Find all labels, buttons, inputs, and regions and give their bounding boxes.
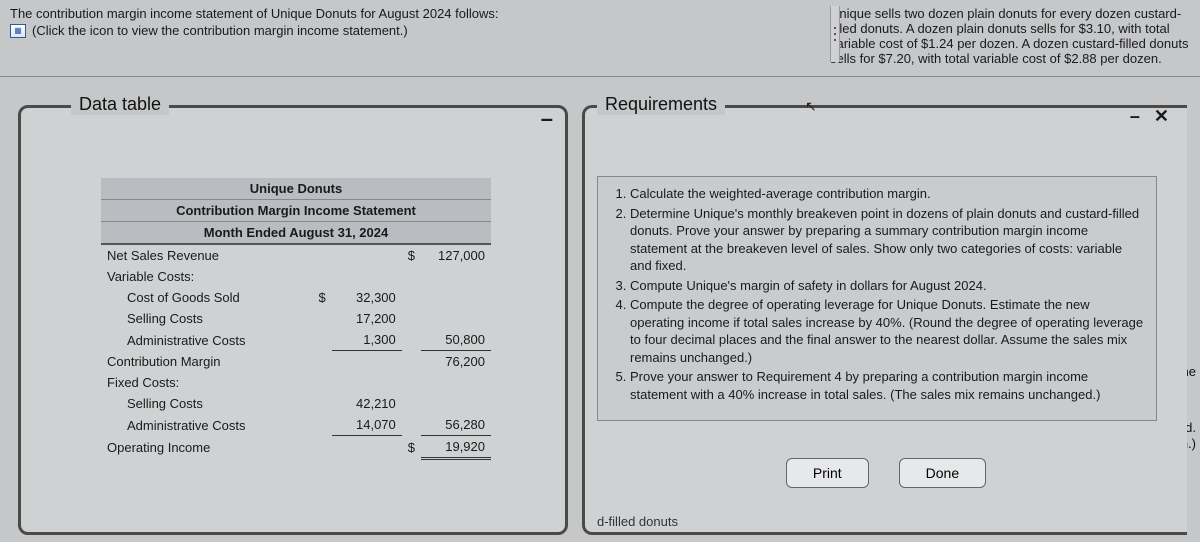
value: 56,280 bbox=[421, 414, 491, 436]
label: Fixed Costs: bbox=[101, 372, 313, 393]
table-row: Variable Costs: bbox=[101, 266, 491, 287]
data-table-panel: Data table – Unique Donuts Contribution … bbox=[18, 105, 568, 535]
list-item: Prove your answer to Requirement 4 by pr… bbox=[630, 368, 1146, 403]
label: Net Sales Revenue bbox=[101, 245, 313, 266]
label: Contribution Margin bbox=[101, 351, 313, 373]
requirements-panel: Requirements ↖ – ✕ Calculate the weighte… bbox=[582, 105, 1187, 535]
divider-icon bbox=[830, 6, 840, 62]
clipped-text: d-filled donuts bbox=[597, 514, 678, 529]
intro-line-1: The contribution margin income statement… bbox=[10, 6, 499, 21]
value: 1,300 bbox=[332, 329, 402, 351]
label: Selling Costs bbox=[101, 393, 313, 414]
intro-line-2: (Click the icon to view the contribution… bbox=[32, 23, 408, 38]
label: Cost of Goods Sold bbox=[101, 287, 313, 308]
stmt-header-1: Unique Donuts bbox=[101, 178, 491, 200]
list-item: Compute the degree of operating leverage… bbox=[630, 296, 1146, 366]
scenario-text: Unique sells two dozen plain donuts for … bbox=[830, 6, 1190, 66]
stmt-table: Net Sales Revenue $ 127,000 Variable Cos… bbox=[101, 245, 491, 458]
value: 127,000 bbox=[421, 245, 491, 266]
list-item: Compute Unique's margin of safety in dol… bbox=[630, 277, 1146, 295]
value: 17,200 bbox=[332, 308, 402, 329]
requirements-title: Requirements bbox=[597, 94, 725, 115]
value: 32,300 bbox=[332, 287, 402, 308]
value: 76,200 bbox=[421, 351, 491, 373]
dollar: $ bbox=[402, 436, 421, 458]
done-button[interactable]: Done bbox=[899, 458, 986, 488]
list-item: Determine Unique's monthly breakeven poi… bbox=[630, 205, 1146, 275]
table-row: Fixed Costs: bbox=[101, 372, 491, 393]
table-row: Selling Costs 17,200 bbox=[101, 308, 491, 329]
dollar: $ bbox=[402, 245, 421, 266]
table-row: Administrative Costs 14,070 56,280 bbox=[101, 414, 491, 436]
button-row: Print Done bbox=[585, 458, 1187, 488]
requirements-list: Calculate the weighted-average contribut… bbox=[630, 185, 1146, 404]
value: 19,920 bbox=[421, 436, 491, 458]
label: Operating Income bbox=[101, 436, 313, 458]
intro-block: The contribution margin income statement… bbox=[10, 6, 790, 66]
top-bar: The contribution margin income statement… bbox=[0, 0, 1200, 77]
table-icon[interactable]: ▦ bbox=[10, 24, 26, 38]
table-row: Net Sales Revenue $ 127,000 bbox=[101, 245, 491, 266]
table-row: Operating Income $ 19,920 bbox=[101, 436, 491, 458]
stmt-header-2: Contribution Margin Income Statement bbox=[101, 200, 491, 222]
data-table-title: Data table bbox=[71, 94, 169, 115]
list-item: Calculate the weighted-average contribut… bbox=[630, 185, 1146, 203]
value: 14,070 bbox=[332, 414, 402, 436]
print-button[interactable]: Print bbox=[786, 458, 869, 488]
requirements-body: Calculate the weighted-average contribut… bbox=[597, 176, 1157, 421]
table-row: Selling Costs 42,210 bbox=[101, 393, 491, 414]
table-row: Contribution Margin 76,200 bbox=[101, 351, 491, 373]
cursor-icon: ↖ bbox=[805, 98, 817, 115]
table-row: Cost of Goods Sold $ 32,300 bbox=[101, 287, 491, 308]
close-icon[interactable]: ✕ bbox=[1154, 106, 1169, 127]
label: Administrative Costs bbox=[101, 329, 313, 351]
minimize-icon[interactable]: – bbox=[1130, 106, 1140, 127]
stmt-header-3: Month Ended August 31, 2024 bbox=[101, 222, 491, 245]
dollar: $ bbox=[313, 287, 332, 308]
label: Variable Costs: bbox=[101, 266, 313, 287]
income-statement: Unique Donuts Contribution Margin Income… bbox=[101, 178, 491, 458]
minimize-icon[interactable]: – bbox=[541, 106, 553, 132]
label: Selling Costs bbox=[101, 308, 313, 329]
value: 42,210 bbox=[332, 393, 402, 414]
table-row: Administrative Costs 1,300 50,800 bbox=[101, 329, 491, 351]
label: Administrative Costs bbox=[101, 414, 313, 436]
value: 50,800 bbox=[421, 329, 491, 351]
